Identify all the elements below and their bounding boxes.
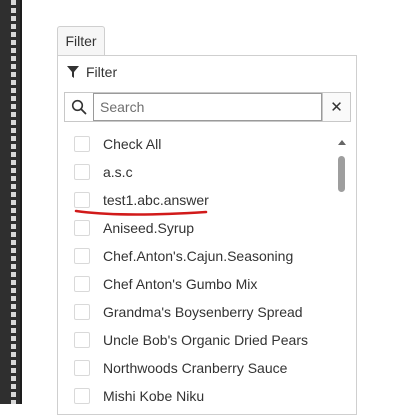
checkbox[interactable] [74, 276, 90, 292]
list-item[interactable]: Chef.Anton's.Cajun.Seasoning [64, 242, 334, 270]
filter-popup-title: Filter [86, 64, 118, 80]
film-strip-edge [20, 0, 22, 404]
list-item-label: Uncle Bob's Organic Dried Pears [103, 332, 308, 348]
list-item-label: Chef Anton's Gumbo Mix [103, 276, 258, 292]
checkbox[interactable] [74, 192, 90, 208]
film-strip-decoration [0, 0, 22, 404]
red-annotation-underline [74, 209, 208, 216]
list-item[interactable]: Uncle Bob's Organic Dried Pears [64, 326, 334, 354]
list-item-label: Mishi Kobe Niku [103, 388, 205, 404]
list-item[interactable]: Chef Anton's Gumbo Mix [64, 270, 334, 298]
magnifier-icon [65, 93, 93, 121]
filter-button-label: Filter [65, 33, 97, 49]
list-item-label: a.s.c [103, 164, 133, 180]
list-item-check-all[interactable]: Check All [64, 130, 334, 158]
list-item[interactable]: Grandma's Boysenberry Spread [64, 298, 334, 326]
filter-items: Check All a.s.c test1.abc.answer Aniseed… [64, 130, 334, 410]
checkbox[interactable] [74, 304, 90, 320]
filter-button[interactable]: Filter [57, 26, 105, 55]
list-item-label: test1.abc.answer [103, 192, 209, 208]
list-item[interactable]: a.s.c [64, 158, 334, 186]
filter-value-list: Check All a.s.c test1.abc.answer Aniseed… [64, 130, 351, 420]
checkbox[interactable] [74, 360, 90, 376]
film-strip-holes [11, 0, 16, 404]
checkbox[interactable] [74, 164, 90, 180]
list-item-label: Aniseed.Syrup [103, 220, 195, 236]
close-icon: ✕ [330, 99, 343, 116]
funnel-icon [67, 66, 79, 78]
list-item[interactable]: Mishi Kobe Niku [64, 382, 334, 410]
search-box: ✕ [64, 92, 351, 122]
checkbox[interactable] [74, 388, 90, 404]
vertical-scrollbar[interactable] [336, 136, 348, 420]
list-item-label: Northwoods Cranberry Sauce [103, 360, 288, 376]
checkbox[interactable] [74, 136, 90, 152]
checkbox[interactable] [74, 332, 90, 348]
scroll-up-arrow-icon[interactable] [338, 140, 346, 145]
filter-popup: Filter ✕ Check All a.s.c test1.a [57, 55, 357, 415]
checkbox[interactable] [74, 248, 90, 264]
list-item-label: Chef.Anton's.Cajun.Seasoning [103, 248, 294, 264]
list-item-label: Check All [103, 136, 162, 152]
search-input[interactable] [93, 93, 322, 121]
filter-popup-header: Filter [58, 56, 356, 88]
checkbox[interactable] [74, 220, 90, 236]
scrollbar-thumb[interactable] [338, 156, 345, 192]
clear-search-button[interactable]: ✕ [322, 93, 350, 121]
list-item[interactable]: Northwoods Cranberry Sauce [64, 354, 334, 382]
list-item-label: Grandma's Boysenberry Spread [103, 304, 303, 320]
